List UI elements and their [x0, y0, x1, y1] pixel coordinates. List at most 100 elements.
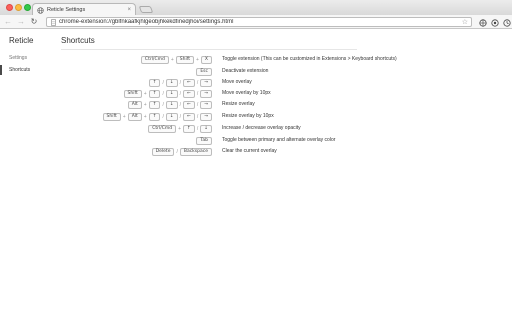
keycap: Alt: [127, 112, 142, 121]
reload-icon[interactable]: ↻: [29, 17, 39, 27]
key-separator: /: [196, 125, 199, 132]
keycap: Shift: [102, 112, 121, 121]
tab-close-icon[interactable]: ×: [127, 7, 131, 13]
key-separator: +: [143, 101, 147, 108]
shortcut-description: Toggle extension (This can be customized…: [222, 56, 397, 62]
key-separator: +: [122, 113, 126, 120]
main-content: Shortcuts Ctrl/Cmd + Shift + X Toggle extensi…: [61, 30, 512, 320]
forward-icon[interactable]: →: [16, 17, 26, 27]
key-separator: /: [179, 90, 182, 97]
key-separator: /: [196, 79, 199, 86]
shortcut-description: Deactivate extension: [222, 68, 269, 74]
shortcut-description: Move overlay by 10px: [222, 90, 271, 96]
globe-icon: [37, 6, 44, 14]
shortcut-keys: Ctrl/Cmd + Shift + X: [140, 55, 212, 64]
shortcut-description: Clear the current overlay: [222, 148, 277, 154]
key-separator: /: [196, 101, 199, 108]
keycap: ↓: [165, 112, 178, 121]
close-window-button[interactable]: [6, 4, 13, 11]
shortcut-row: Shift + ↑ / ↓ / ← / → Move overlay by 10px: [61, 89, 501, 98]
keycap: Alt: [127, 100, 142, 109]
keycap: →: [200, 78, 212, 87]
keycap: ↓: [165, 89, 178, 98]
sidebar-item-shortcuts[interactable]: Shortcuts: [0, 65, 46, 75]
key-separator: /: [162, 79, 164, 86]
shortcut-row: ↑ / ↓ / ← / → Move overlay: [61, 78, 501, 87]
keycap: Delete: [151, 147, 175, 156]
keycap: →: [200, 100, 212, 109]
url-text: chrome-extension://gblfnkaafkjhlgeobjhke…: [59, 19, 234, 25]
star-icon[interactable]: ☆: [462, 19, 468, 26]
key-separator: /: [162, 113, 164, 120]
keycap: X: [200, 55, 212, 64]
key-separator: +: [143, 90, 147, 97]
key-separator: +: [178, 125, 182, 132]
shortcut-keys: Delete / Backspace: [151, 147, 212, 156]
shortcut-description: Increase / decrease overlay opacity: [222, 125, 301, 131]
shortcut-description: Resize overlay by 10px: [222, 113, 274, 119]
keycap: ↑: [148, 112, 161, 121]
keycap: ↓: [165, 100, 178, 109]
shortcut-keys: Ctrl/Cmd + ↑ / ↓: [148, 124, 212, 133]
shortcut-keys: Shift + Alt + ↑ / ↓ / ← / →: [102, 112, 212, 121]
zoom-window-button[interactable]: [24, 4, 31, 11]
menu-icon[interactable]: [502, 18, 511, 27]
new-tab-button[interactable]: [138, 6, 154, 13]
key-separator: /: [196, 113, 199, 120]
keycap: Esc: [196, 67, 212, 76]
shortcut-description: Move overlay: [222, 79, 252, 85]
address-bar[interactable]: chrome-extension://gblfnkaafkjhlgeobjhke…: [46, 17, 472, 27]
key-separator: /: [162, 90, 164, 97]
key-separator: /: [176, 148, 178, 155]
keycap: Tab: [196, 136, 212, 145]
keycap: Backspace: [179, 147, 212, 156]
keycap: →: [200, 112, 212, 121]
tab-title: Reticle Settings: [47, 7, 86, 13]
keycap: ↑: [148, 78, 161, 87]
keycap: ←: [183, 112, 195, 121]
key-separator: /: [162, 101, 164, 108]
minimize-window-button[interactable]: [15, 4, 22, 11]
shortcut-row: Ctrl/Cmd + ↑ / ↓ Increase / decrease overlay …: [61, 124, 501, 133]
key-separator: +: [195, 56, 199, 63]
key-separator: /: [179, 113, 182, 120]
keycap: Shift: [175, 55, 194, 64]
browser-toolbar: ← → ↻ chrome-extension://gblfnkaafkjhlge…: [0, 15, 512, 29]
keycap: Ctrl/Cmd: [140, 55, 169, 64]
shortcut-keys: Esc: [196, 67, 212, 76]
key-separator: /: [179, 101, 182, 108]
keycap: ↑: [148, 89, 161, 98]
shortcut-keys: Alt + ↑ / ↓ / ← / →: [127, 100, 212, 109]
shortcut-row: Delete / Backspace Clear the current overla…: [61, 147, 501, 156]
keycap: →: [200, 89, 212, 98]
shortcut-keys: Tab: [196, 136, 212, 145]
shortcut-row: Tab Toggle between primary and alternate …: [61, 136, 501, 145]
shortcut-row: Alt + ↑ / ↓ / ← / → Resize overlay: [61, 100, 501, 109]
shortcut-row: Ctrl/Cmd + Shift + X Toggle extension (This c…: [61, 55, 501, 64]
shortcut-row: Esc Deactivate extension: [61, 67, 501, 76]
keycap: ←: [183, 100, 195, 109]
page-icon: [50, 18, 57, 26]
keycap: ←: [183, 89, 195, 98]
page-title: Shortcuts: [61, 36, 95, 45]
keycap: Ctrl/Cmd: [148, 124, 177, 133]
keycap: ↑: [183, 124, 195, 133]
shortcut-row: Shift + Alt + ↑ / ↓ / ← / → Resize overlay by 10px: [61, 112, 501, 121]
keycap: ←: [183, 78, 195, 87]
shortcut-description: Toggle between primary and alternate ove…: [222, 137, 336, 143]
keycap: ↓: [200, 124, 212, 133]
keycap: ↓: [165, 78, 178, 87]
reticle-extension-icon[interactable]: [490, 18, 499, 27]
key-separator: +: [170, 56, 174, 63]
window-titlebar: Reticle Settings ×: [0, 0, 512, 16]
back-icon[interactable]: ←: [3, 17, 13, 27]
key-separator: +: [143, 113, 147, 120]
extension-icon[interactable]: [478, 18, 487, 27]
sidebar: Reticle Settings Shortcuts: [0, 30, 46, 320]
title-divider: [61, 49, 357, 50]
keycap: Shift: [123, 89, 142, 98]
shortcut-description: Resize overlay: [222, 101, 255, 107]
keycap: ↑: [148, 100, 161, 109]
shortcut-keys: Shift + ↑ / ↓ / ← / →: [123, 89, 212, 98]
sidebar-item-settings[interactable]: Settings: [0, 53, 46, 63]
